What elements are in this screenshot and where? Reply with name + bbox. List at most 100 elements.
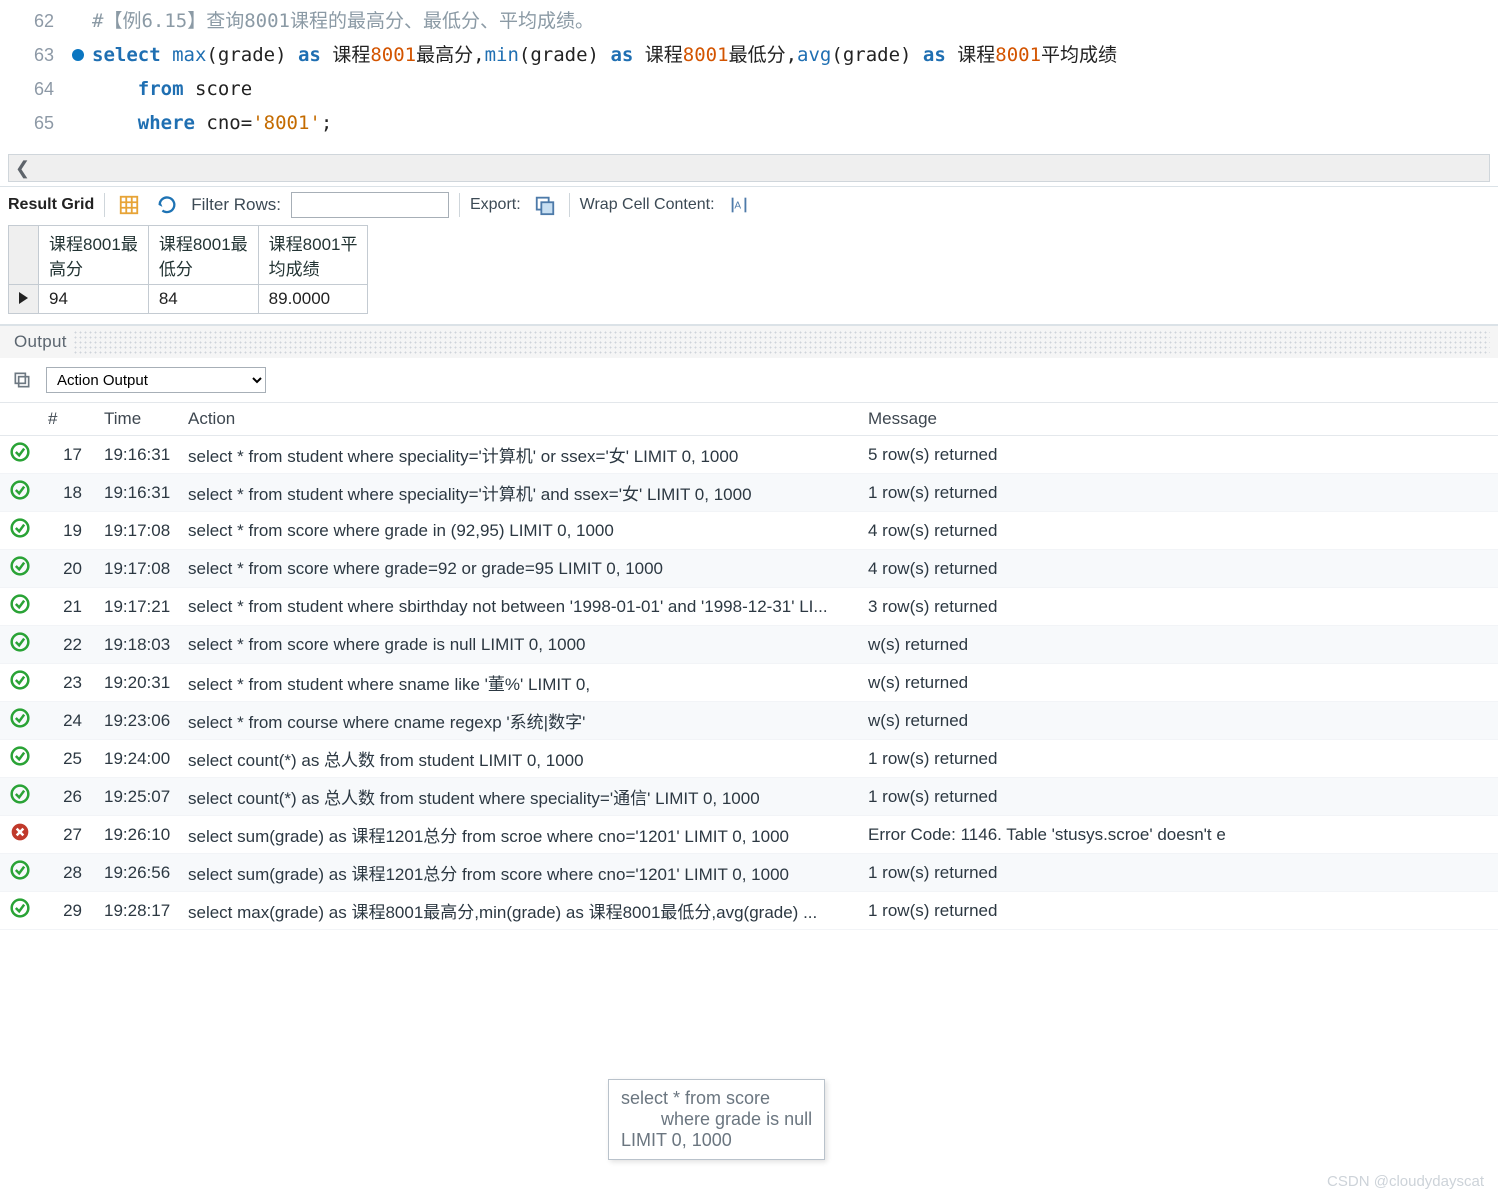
code-text: where cno='8001'; [92, 106, 332, 140]
output-row-message: 5 row(s) returned [860, 436, 1498, 474]
output-row-time: 19:28:17 [96, 892, 180, 930]
output-row-action: select * from course where cname regexp … [180, 702, 860, 740]
output-col-time[interactable]: Time [96, 403, 180, 436]
result-cell[interactable]: 94 [39, 285, 149, 314]
output-row-number: 23 [40, 664, 96, 702]
output-row-action: select * from student where speciality='… [180, 474, 860, 512]
line-number: 63 [0, 38, 64, 72]
output-row[interactable]: 1719:16:31select * from student where sp… [0, 436, 1498, 474]
breakpoint-icon[interactable] [72, 49, 84, 61]
output-row[interactable]: 2819:26:56select sum(grade) as 课程1201总分 … [0, 854, 1498, 892]
output-row-action: select * from score where grade=92 or gr… [180, 550, 860, 588]
line-number: 65 [0, 106, 64, 140]
output-row[interactable]: 1919:17:08select * from score where grad… [0, 512, 1498, 550]
status-cell [0, 512, 40, 550]
output-row-action: select count(*) as 总人数 from student wher… [180, 778, 860, 816]
code-line[interactable]: 64 from score [0, 72, 1498, 106]
output-row[interactable]: 2219:18:03select * from score where grad… [0, 626, 1498, 664]
success-icon [10, 784, 30, 809]
filter-rows-input[interactable] [291, 192, 449, 218]
wrap-cell-icon[interactable]: A [725, 191, 753, 219]
output-panel: Output Action Output # Time Action Messa… [0, 324, 1498, 930]
output-row[interactable]: 2019:17:08select * from score where grad… [0, 550, 1498, 588]
output-col-action[interactable]: Action [180, 403, 860, 436]
status-cell [0, 816, 40, 854]
code-line[interactable]: 62 #【例6.15】查询8001课程的最高分、最低分、平均成绩。 [0, 4, 1498, 38]
output-type-select[interactable]: Action Output [46, 367, 266, 393]
output-row-action: select count(*) as 总人数 from student LIMI… [180, 740, 860, 778]
output-col-num[interactable]: # [40, 403, 96, 436]
output-row-message: 1 row(s) returned [860, 778, 1498, 816]
output-row[interactable]: 1819:16:31select * from student where sp… [0, 474, 1498, 512]
result-header-row: 课程8001最高分 课程8001最低分 课程8001平均成绩 [9, 226, 368, 285]
result-column-header[interactable]: 课程8001平均成绩 [258, 226, 368, 285]
output-row[interactable]: 2919:28:17select max(grade) as 课程8001最高分… [0, 892, 1498, 930]
copy-output-icon[interactable] [8, 366, 36, 394]
success-icon [10, 898, 30, 923]
row-selector[interactable] [9, 285, 39, 314]
output-row-number: 22 [40, 626, 96, 664]
export-icon[interactable] [531, 191, 559, 219]
grid-view-icon[interactable] [115, 191, 143, 219]
horizontal-scroll-left-button[interactable]: ❮ [8, 154, 1490, 182]
result-column-header[interactable]: 课程8001最低分 [148, 226, 258, 285]
result-grid-toolbar: Result Grid Filter Rows: Export: Wrap Ce… [0, 186, 1498, 223]
output-row-action: select sum(grade) as 课程1201总分 from scroe… [180, 816, 860, 854]
output-row-number: 27 [40, 816, 96, 854]
output-grid[interactable]: # Time Action Message 1719:16:31select *… [0, 403, 1498, 930]
filter-rows-label: Filter Rows: [191, 195, 281, 215]
success-icon [10, 746, 30, 771]
output-row-action: select * from student where sname like '… [180, 664, 860, 702]
output-row-time: 19:17:21 [96, 588, 180, 626]
breakpoint-gutter[interactable] [64, 49, 92, 61]
output-col-message[interactable]: Message [860, 403, 1498, 436]
output-row-message: 1 row(s) returned [860, 892, 1498, 930]
status-cell [0, 474, 40, 512]
success-icon [10, 594, 30, 619]
output-row-action: select * from student where speciality='… [180, 436, 860, 474]
output-row-number: 21 [40, 588, 96, 626]
sql-editor[interactable]: 62 #【例6.15】查询8001课程的最高分、最低分、平均成绩。 63 sel… [0, 0, 1498, 148]
output-row[interactable]: 2519:24:00select count(*) as 总人数 from st… [0, 740, 1498, 778]
output-row[interactable]: 2619:25:07select count(*) as 总人数 from st… [0, 778, 1498, 816]
result-row[interactable]: 94 84 89.0000 [9, 285, 368, 314]
output-row-message: 3 row(s) returned [860, 588, 1498, 626]
output-row-number: 26 [40, 778, 96, 816]
result-cell[interactable]: 84 [148, 285, 258, 314]
success-icon [10, 480, 30, 505]
line-number: 64 [0, 72, 64, 106]
error-icon [10, 822, 30, 847]
output-row-number: 24 [40, 702, 96, 740]
code-text: from score [92, 72, 252, 106]
result-column-header[interactable]: 课程8001最高分 [39, 226, 149, 285]
output-row[interactable]: 2319:20:31select * from student where sn… [0, 664, 1498, 702]
status-cell [0, 778, 40, 816]
status-cell [0, 436, 40, 474]
output-row-time: 19:23:06 [96, 702, 180, 740]
code-line[interactable]: 63 select max(grade) as 课程8001最高分,min(gr… [0, 38, 1498, 72]
output-row[interactable]: 2719:26:10select sum(grade) as 课程1201总分 … [0, 816, 1498, 854]
status-cell [0, 550, 40, 588]
status-cell [0, 588, 40, 626]
success-icon [10, 518, 30, 543]
refresh-icon[interactable] [153, 191, 181, 219]
result-grid-table[interactable]: 课程8001最高分 课程8001最低分 课程8001平均成绩 94 84 89.… [8, 225, 368, 314]
output-row-time: 19:16:31 [96, 474, 180, 512]
status-cell [0, 702, 40, 740]
output-row-message: w(s) returned [860, 664, 1498, 702]
code-line[interactable]: 65 where cno='8001'; [0, 106, 1498, 140]
output-row-action: select sum(grade) as 课程1201总分 from score… [180, 854, 860, 892]
status-cell [0, 626, 40, 664]
output-row-time: 19:26:10 [96, 816, 180, 854]
success-icon [10, 860, 30, 885]
output-row-action: select * from student where sbirthday no… [180, 588, 860, 626]
code-text: select max(grade) as 课程8001最高分,min(grade… [92, 38, 1117, 72]
output-row[interactable]: 2419:23:06select * from course where cna… [0, 702, 1498, 740]
output-header-grip[interactable] [73, 330, 1490, 354]
output-panel-header: Output [0, 326, 1498, 358]
success-icon [10, 442, 30, 467]
output-row[interactable]: 2119:17:21select * from student where sb… [0, 588, 1498, 626]
success-icon [10, 632, 30, 657]
result-cell[interactable]: 89.0000 [258, 285, 368, 314]
output-row-message: 4 row(s) returned [860, 550, 1498, 588]
